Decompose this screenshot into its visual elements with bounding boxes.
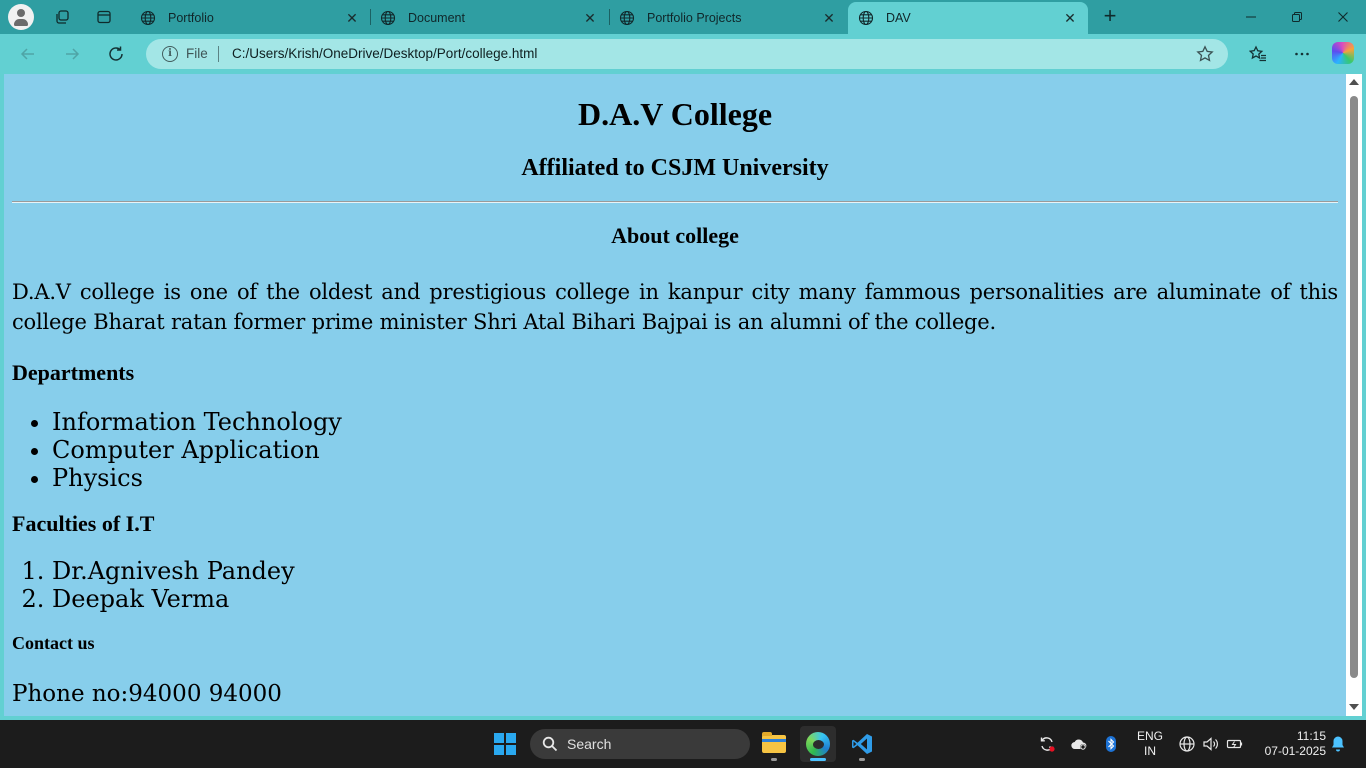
tab-portfolio[interactable]: Portfolio ✕: [130, 2, 370, 34]
vertical-scrollbar[interactable]: [1346, 74, 1362, 716]
scheme-label[interactable]: File: [186, 46, 208, 61]
list-item: Information Technology: [52, 408, 342, 436]
window-frame-right: [1362, 74, 1366, 716]
edge-button[interactable]: [800, 726, 836, 762]
clock[interactable]: 11:15 07-01-2025: [1256, 729, 1326, 759]
refresh-button[interactable]: [104, 42, 128, 66]
new-tab-button[interactable]: +: [1099, 5, 1121, 28]
windows-logo-icon: [506, 733, 516, 743]
clock-date: 07-01-2025: [1264, 744, 1326, 758]
close-icon: [1338, 12, 1348, 22]
tab-document[interactable]: Document ✕: [370, 2, 608, 34]
taskbar-search[interactable]: Search: [530, 729, 750, 759]
battery-icon[interactable]: [1226, 735, 1244, 753]
tab-title: DAV: [886, 11, 911, 25]
minimize-button[interactable]: [1228, 0, 1274, 34]
notification-bell-icon[interactable]: [1330, 735, 1346, 753]
vscode-button[interactable]: [844, 726, 880, 762]
tab-actions-icon[interactable]: [96, 9, 112, 25]
departments-list: Information Technology Computer Applicat…: [52, 408, 342, 492]
tab-portfolio-projects[interactable]: Portfolio Projects ✕: [609, 2, 847, 34]
restore-icon: [1292, 12, 1302, 22]
folder-icon: [762, 732, 786, 753]
globe-icon: [858, 10, 874, 26]
edge-icon: [806, 732, 830, 756]
minimize-icon: [1246, 16, 1256, 18]
list-item: Deepak Verma: [52, 585, 295, 613]
globe-icon: [619, 10, 635, 26]
favorites-button[interactable]: [1247, 43, 1269, 65]
windows-logo-icon: [494, 745, 504, 755]
about-heading: About college: [611, 223, 739, 248]
page-title: D.A.V College: [577, 96, 773, 132]
about-paragraph: D.A.V college is one of the oldest and p…: [12, 280, 1338, 334]
language-line-2: IN: [1144, 744, 1156, 758]
close-tab-icon[interactable]: ✕: [582, 10, 598, 26]
list-item: Computer Application: [52, 436, 342, 464]
tab-dav[interactable]: DAV ✕: [848, 2, 1088, 34]
more-dots-icon: [1295, 52, 1309, 56]
favorite-star-icon[interactable]: [1196, 45, 1214, 63]
arrow-right-icon: [66, 48, 80, 60]
file-explorer-button[interactable]: [756, 726, 792, 762]
forward-button[interactable]: [60, 42, 84, 66]
list-item: Dr.Agnivesh Pandey: [52, 557, 295, 585]
page-subtitle: Affiliated to CSJM University: [521, 155, 829, 181]
tab-title: Portfolio: [168, 11, 214, 25]
scroll-down-arrow-icon[interactable]: [1349, 704, 1359, 710]
more-options-button[interactable]: [1291, 43, 1313, 65]
close-tab-icon[interactable]: ✕: [821, 10, 837, 26]
close-tab-icon[interactable]: ✕: [344, 10, 360, 26]
tab-strip: Portfolio ✕ Document ✕ Portfolio Project…: [0, 0, 1366, 34]
restore-button[interactable]: [1274, 0, 1320, 34]
search-label: Search: [567, 736, 612, 752]
scrollbar-thumb[interactable]: [1350, 96, 1358, 678]
profile-avatar-icon[interactable]: [8, 4, 34, 30]
contact-heading: Contact us: [12, 633, 95, 653]
globe-icon: [140, 10, 156, 26]
start-button[interactable]: [494, 733, 516, 755]
language-line-1: ENG: [1136, 729, 1163, 743]
phone-number: Phone no:94000 94000: [12, 681, 282, 707]
address-separator: [218, 46, 219, 62]
workspaces-icon[interactable]: [54, 9, 70, 25]
onedrive-cloud-icon[interactable]: [1070, 735, 1088, 753]
browser-toolbar: i File C:/Users/Krish/OneDrive/Desktop/P…: [0, 34, 1366, 74]
app-indicator: [771, 758, 777, 761]
back-button[interactable]: [16, 42, 40, 66]
info-icon[interactable]: i: [162, 46, 178, 62]
search-icon: [542, 736, 558, 752]
copilot-icon[interactable]: [1332, 42, 1354, 64]
tab-title: Document: [408, 11, 465, 25]
faculties-heading: Faculties of I.T: [12, 511, 155, 536]
taskbar: Search ENG IN 11:15 07-01-2025: [0, 720, 1366, 768]
language-indicator[interactable]: ENG IN: [1136, 729, 1164, 759]
url-text[interactable]: C:/Users/Krish/OneDrive/Desktop/Port/col…: [232, 46, 537, 61]
windows-logo-icon: [494, 733, 504, 743]
clock-time: 11:15: [1296, 729, 1326, 743]
sync-icon[interactable]: [1038, 735, 1056, 753]
page-viewport: D.A.V College Affiliated to CSJM Univers…: [4, 74, 1346, 716]
horizontal-rule: [12, 201, 1338, 203]
app-indicator: [859, 758, 865, 761]
address-bar[interactable]: i File C:/Users/Krish/OneDrive/Desktop/P…: [146, 39, 1228, 69]
departments-heading: Departments: [12, 360, 135, 385]
tab-title: Portfolio Projects: [647, 11, 742, 25]
favorites-icon: [1249, 45, 1266, 62]
faculties-list: Dr.Agnivesh Pandey Deepak Verma: [52, 557, 295, 613]
windows-logo-icon: [506, 745, 516, 755]
refresh-icon: [109, 46, 123, 61]
network-globe-icon[interactable]: [1178, 735, 1196, 753]
app-indicator: [810, 758, 826, 761]
close-window-button[interactable]: [1320, 0, 1366, 34]
volume-icon[interactable]: [1202, 735, 1220, 753]
vscode-icon: [850, 732, 874, 756]
arrow-left-icon: [20, 48, 34, 60]
scroll-up-arrow-icon[interactable]: [1349, 79, 1359, 85]
bluetooth-icon[interactable]: [1102, 735, 1120, 753]
globe-icon: [380, 10, 396, 26]
close-tab-icon[interactable]: ✕: [1062, 10, 1078, 26]
list-item: Physics: [52, 464, 342, 492]
